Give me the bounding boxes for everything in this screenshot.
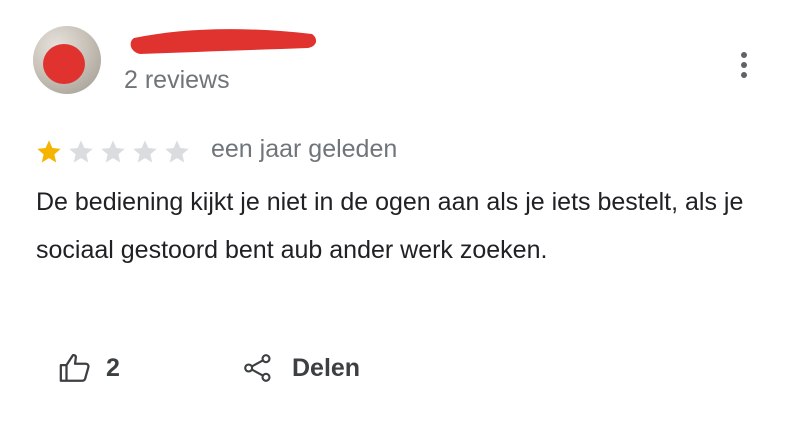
review-card: 2 reviews een jaar geleden De bediening … (0, 0, 800, 437)
avatar-redaction (43, 44, 85, 84)
review-text: De bediening kijkt je niet in de ogen aa… (36, 188, 744, 264)
like-button[interactable]: 2 (58, 348, 120, 388)
star-icon (69, 140, 93, 163)
share-icon (244, 354, 271, 382)
author-avatar[interactable] (33, 26, 101, 94)
author-review-count: 2 reviews (124, 66, 230, 94)
more-options-button[interactable] (730, 48, 758, 82)
star-icon (133, 140, 157, 163)
review-date: een jaar geleden (211, 135, 398, 163)
share-button[interactable]: Delen (242, 348, 360, 388)
share-label: Delen (292, 353, 361, 382)
like-count: 2 (106, 353, 120, 382)
author-name-redaction (130, 29, 317, 54)
star-icon (37, 140, 61, 163)
thumbs-up-icon (59, 353, 90, 382)
star-icon (101, 140, 125, 163)
star-icon (165, 140, 189, 163)
rating-stars (34, 138, 192, 166)
